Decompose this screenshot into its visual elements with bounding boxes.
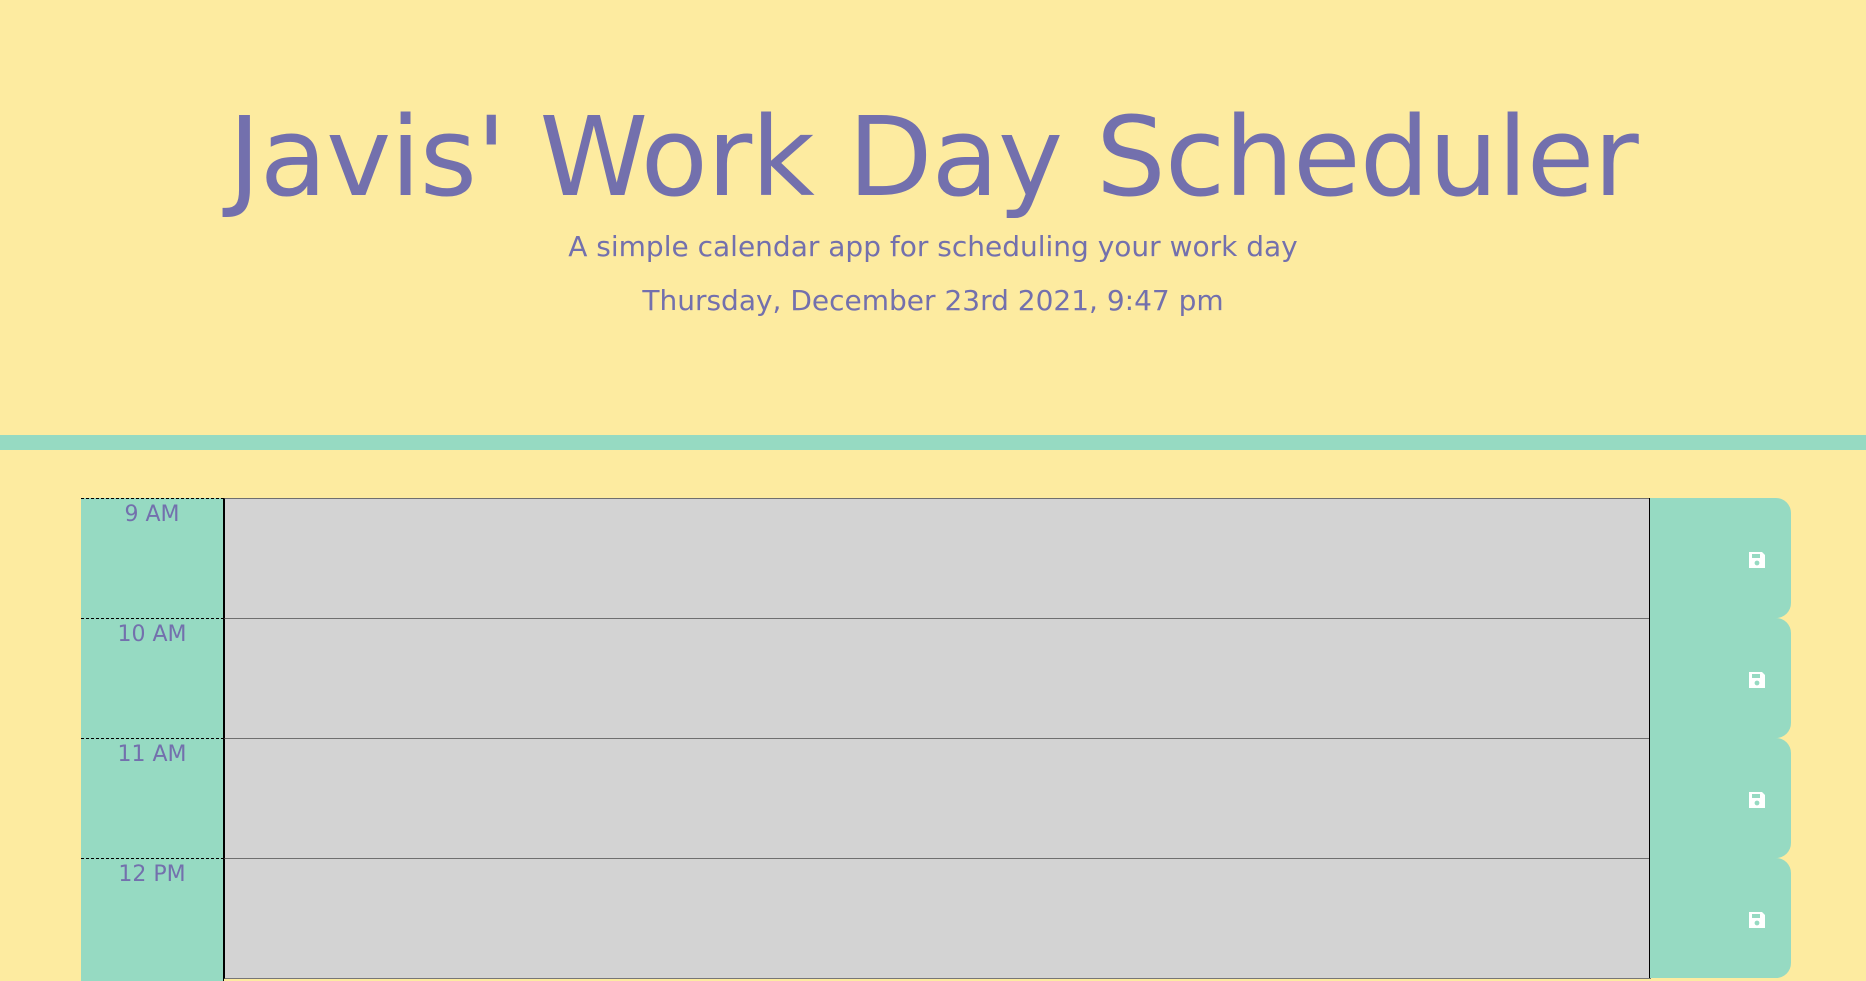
timeblock-list: 9 AM 10 AM 11 AM 12 PM — [81, 498, 1791, 981]
current-date: Thursday, December 23rd 2021, 9:47 pm — [642, 284, 1224, 317]
hour-label: 9 AM — [81, 498, 224, 621]
floppy-disk-icon — [1749, 672, 1765, 688]
timeblock-row-11am: 11 AM — [81, 738, 1791, 861]
header-divider — [0, 435, 1866, 450]
page-title: Javis' Work Day Scheduler — [228, 93, 1638, 221]
save-button[interactable] — [1649, 858, 1791, 978]
floppy-disk-icon — [1749, 552, 1765, 568]
hour-label: 12 PM — [81, 858, 224, 981]
save-button[interactable] — [1649, 498, 1791, 618]
page-subtitle: A simple calendar app for scheduling you… — [568, 230, 1298, 263]
header: Javis' Work Day Scheduler A simple calen… — [0, 0, 1866, 435]
floppy-disk-icon — [1749, 912, 1765, 928]
hour-label: 10 AM — [81, 618, 224, 741]
event-description-input[interactable] — [224, 498, 1651, 619]
event-description-input[interactable] — [224, 618, 1651, 739]
hour-label: 11 AM — [81, 738, 224, 861]
event-description-input[interactable] — [224, 858, 1651, 979]
save-button[interactable] — [1649, 738, 1791, 858]
save-button[interactable] — [1649, 618, 1791, 738]
event-description-input[interactable] — [224, 738, 1651, 859]
timeblock-row-9am: 9 AM — [81, 498, 1791, 621]
timeblock-row-10am: 10 AM — [81, 618, 1791, 741]
timeblock-row-12pm: 12 PM — [81, 858, 1791, 981]
floppy-disk-icon — [1749, 792, 1765, 808]
